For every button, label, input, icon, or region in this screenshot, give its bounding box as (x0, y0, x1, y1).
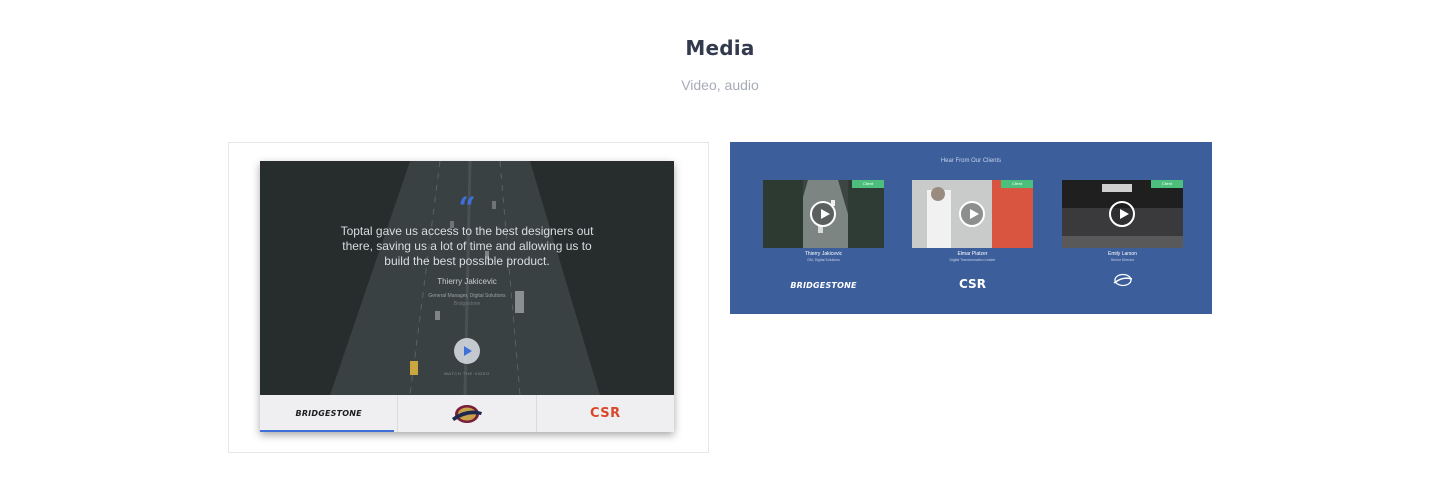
csr-logo: CSR (912, 275, 1033, 293)
client-name: Emily Larson (1108, 251, 1137, 257)
watch-video-label[interactable]: WATCH THE VIDEO (260, 371, 674, 376)
testimonial-quote: Toptal gave us access to the best design… (340, 224, 594, 268)
testimonial-preview-card[interactable]: “ Toptal gave us access to the best desi… (228, 142, 709, 453)
section-subtitle: Video, audio (681, 77, 759, 93)
client-logo-tabs: BRIDGESTONE CSR (260, 395, 674, 432)
client-name: Thierry Jakicevic (804, 251, 843, 257)
cavaliers-logo (451, 404, 482, 423)
play-icon[interactable] (454, 338, 480, 364)
tab-bridgestone[interactable]: BRIDGESTONE (260, 395, 399, 432)
video-thumbnail[interactable]: Client (1062, 180, 1183, 248)
client-role: GM, Digital Solutions (807, 258, 840, 262)
play-icon[interactable] (1109, 201, 1135, 227)
client-badge: Client (1151, 180, 1183, 188)
play-icon[interactable] (959, 201, 985, 227)
client-role: Digital Transformation Leader (949, 258, 996, 262)
video-thumbnail[interactable]: Client (912, 180, 1033, 248)
client-badge: Client (1001, 180, 1033, 188)
testimonial-name: Thierry Jakicevic (437, 277, 497, 286)
clients-video-card[interactable]: Hear From Our Clients Client Thierry Jak… (730, 142, 1212, 314)
client-video-card[interactable]: Client Elmar Platzer Digital Transformat… (912, 180, 1033, 262)
client-badge: Client (852, 180, 884, 188)
client-name: Elmar Platzer (957, 251, 988, 257)
play-icon[interactable] (810, 201, 836, 227)
csr-logo: CSR (589, 406, 621, 421)
client-video-card[interactable]: Client Emily Larson Senior Director (1062, 180, 1183, 262)
bridgestone-logo: BRIDGESTONE (295, 409, 362, 418)
testimonial-role: General Manager, Digital Solutions (428, 293, 506, 299)
testimonial-widget: “ Toptal gave us access to the best desi… (260, 161, 674, 432)
bridgestone-logo: BRIDGESTONE (763, 275, 884, 293)
testimonial-hero: “ Toptal gave us access to the best desi… (260, 161, 674, 395)
tab-csr[interactable]: CSR (537, 395, 674, 432)
clients-heading: Hear From Our Clients (940, 158, 1002, 164)
section-title: Media (685, 36, 755, 60)
testimonial-company: Bridgestone (453, 301, 481, 307)
client-logo-text: CSR (959, 277, 986, 291)
client-role: Senior Director (1110, 258, 1135, 262)
cavaliers-logo (1062, 273, 1183, 292)
quote-icon: “ (458, 191, 476, 226)
cavaliers-logo-mark (1113, 273, 1132, 287)
client-logo-text: BRIDGESTONE (790, 281, 857, 290)
tab-cavaliers[interactable] (398, 395, 537, 432)
client-video-card[interactable]: Client Thierry Jakicevic GM, Digital Sol… (763, 180, 884, 262)
video-thumbnail[interactable]: Client (763, 180, 884, 248)
